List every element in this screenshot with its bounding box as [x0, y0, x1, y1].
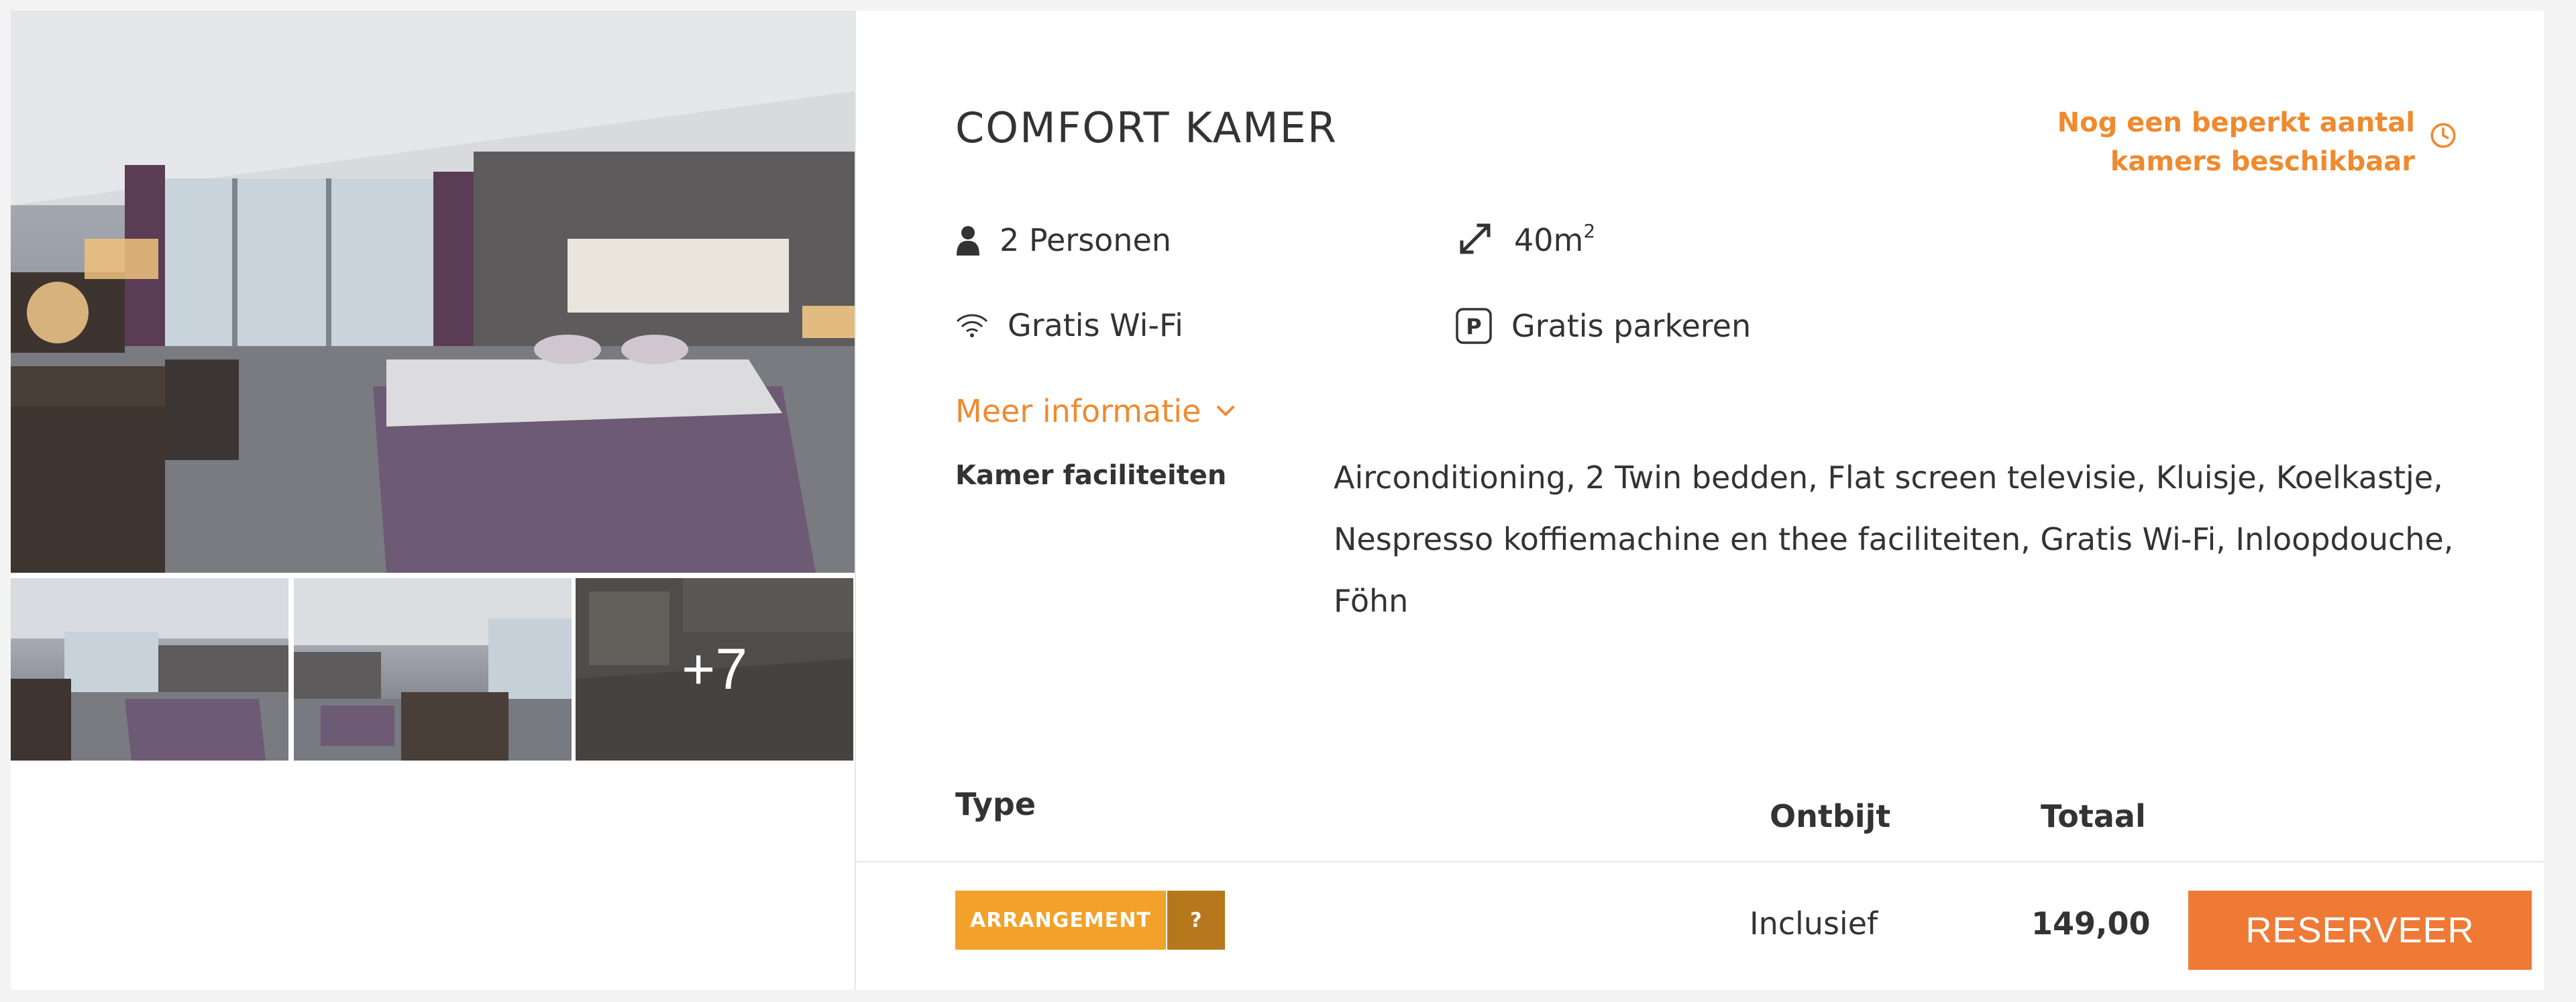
- size-value: 40m: [1514, 221, 1584, 258]
- room-card: +7 COMFORT KAMER Nog een beperkt aantal …: [11, 11, 2544, 990]
- main-room-photo[interactable]: [11, 11, 855, 573]
- table-divider: [856, 861, 2544, 862]
- feature-persons: 2 Personen: [955, 222, 1171, 258]
- feature-wifi: Gratis Wi-Fi: [955, 307, 1183, 343]
- feature-size: 40m2: [1455, 219, 1595, 259]
- more-info-toggle[interactable]: Meer informatie: [955, 393, 1236, 429]
- availability-text: Nog een beperkt aantal kamers beschikbaa…: [2057, 107, 2415, 177]
- thumbnail-illustration: [11, 578, 288, 761]
- size-unit-sup: 2: [1583, 219, 1596, 242]
- more-info-label: Meer informatie: [955, 393, 1201, 429]
- feature-parking: P Gratis parkeren: [1455, 307, 1751, 345]
- photo-gallery: +7: [11, 11, 855, 990]
- person-icon: [957, 226, 979, 256]
- parking-label: Gratis parkeren: [1511, 308, 1752, 344]
- arrangement-badge: ARRANGEMENT: [955, 891, 1166, 950]
- size-label: 40m2: [1514, 220, 1595, 258]
- availability-notice: Nog een beperkt aantal kamers beschikbaa…: [2027, 103, 2457, 181]
- thumbnail-photo[interactable]: [294, 578, 572, 761]
- room-title: COMFORT KAMER: [955, 103, 1338, 152]
- parking-icon: P: [1456, 308, 1492, 344]
- room-photo-illustration: [11, 11, 855, 573]
- wifi-label: Gratis Wi-Fi: [1008, 307, 1183, 343]
- thumbnail-illustration: [294, 578, 572, 761]
- reserve-button[interactable]: RESERVEER: [2188, 891, 2532, 970]
- persons-label: 2 Personen: [1000, 222, 1171, 258]
- chevron-down-icon: [1217, 406, 1235, 416]
- thumbnail-more-photos[interactable]: +7: [576, 578, 853, 761]
- header-breakfast: Ontbijt: [1770, 798, 1891, 834]
- header-type: Type: [955, 786, 1036, 822]
- wifi-icon: [956, 314, 988, 337]
- total-price: 149,00: [2031, 905, 2151, 942]
- facilities-text: Airconditioning, 2 Twin bedden, Flat scr…: [1334, 459, 2454, 619]
- more-photos-count: +7: [576, 578, 853, 761]
- thumbnail-photo[interactable]: [11, 578, 288, 761]
- svg-text:P: P: [1466, 314, 1481, 339]
- help-button[interactable]: ?: [1167, 891, 1225, 950]
- rate-type-badge: ARRANGEMENT ?: [955, 891, 1225, 950]
- breakfast-value: Inclusief: [1750, 905, 1878, 942]
- clock-icon: [2430, 123, 2456, 148]
- facilities-label: Kamer faciliteiten: [955, 460, 1227, 491]
- expand-arrows-icon: [1460, 223, 1491, 254]
- header-total: Totaal: [2041, 798, 2146, 834]
- room-details: COMFORT KAMER Nog een beperkt aantal kam…: [855, 11, 2544, 990]
